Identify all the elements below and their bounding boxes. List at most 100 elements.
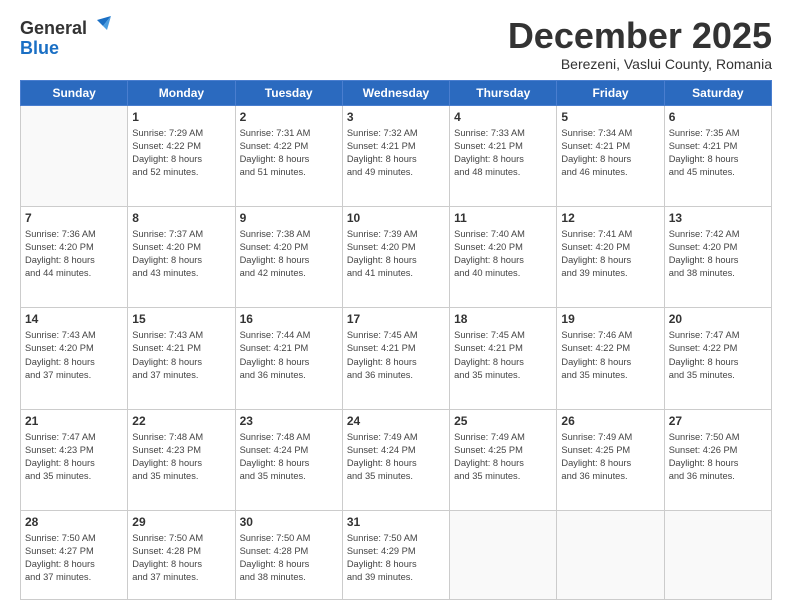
day-info: Sunrise: 7:45 AMSunset: 4:21 PMDaylight:… (347, 329, 445, 381)
day-number: 10 (347, 210, 445, 226)
weekday-header: Friday (557, 80, 664, 105)
day-number: 24 (347, 413, 445, 429)
calendar-cell: 3 Sunrise: 7:32 AMSunset: 4:21 PMDaylight… (342, 105, 449, 206)
day-info: Sunrise: 7:44 AMSunset: 4:21 PMDaylight:… (240, 329, 338, 381)
day-number: 27 (669, 413, 767, 429)
calendar-row: 28 Sunrise: 7:50 AMSunset: 4:27 PMDayligh… (21, 510, 772, 599)
calendar-cell: 14 Sunrise: 7:43 AMSunset: 4:20 PMDayligh… (21, 308, 128, 409)
day-info: Sunrise: 7:50 AMSunset: 4:28 PMDaylight:… (132, 532, 230, 584)
calendar-cell: 22 Sunrise: 7:48 AMSunset: 4:23 PMDayligh… (128, 409, 235, 510)
calendar-table: SundayMondayTuesdayWednesdayThursdayFrid… (20, 80, 772, 600)
calendar-cell: 26Sunrise: 7:49 AMSunset: 4:25 PMDayligh… (557, 409, 664, 510)
day-number: 4 (454, 109, 552, 125)
day-info: Sunrise: 7:39 AMSunset: 4:20 PMDaylight:… (347, 228, 445, 280)
day-number: 23 (240, 413, 338, 429)
day-info: Sunrise: 7:50 AMSunset: 4:26 PMDaylight:… (669, 431, 767, 483)
calendar-cell: 9 Sunrise: 7:38 AMSunset: 4:20 PMDaylight… (235, 206, 342, 307)
calendar-cell (557, 510, 664, 599)
day-info: Sunrise: 7:43 AMSunset: 4:20 PMDaylight:… (25, 329, 123, 381)
calendar-cell: 21 Sunrise: 7:47 AMSunset: 4:23 PMDayligh… (21, 409, 128, 510)
day-number: 11 (454, 210, 552, 226)
day-info: Sunrise: 7:34 AMSunset: 4:21 PMDaylight:… (561, 127, 659, 179)
calendar-cell: 2 Sunrise: 7:31 AMSunset: 4:22 PMDaylight… (235, 105, 342, 206)
page: General Blue December 2025 Berezeni, Vas… (0, 0, 792, 612)
weekday-header: Wednesday (342, 80, 449, 105)
calendar-cell: 5 Sunrise: 7:34 AMSunset: 4:21 PMDaylight… (557, 105, 664, 206)
day-info: Sunrise: 7:47 AMSunset: 4:22 PMDaylight:… (669, 329, 767, 381)
day-info: Sunrise: 7:37 AMSunset: 4:20 PMDaylight:… (132, 228, 230, 280)
day-number: 25 (454, 413, 552, 429)
month-title: December 2025 (508, 16, 772, 56)
day-info: Sunrise: 7:46 AMSunset: 4:22 PMDaylight:… (561, 329, 659, 381)
day-info: Sunrise: 7:31 AMSunset: 4:22 PMDaylight:… (240, 127, 338, 179)
calendar-cell: 4 Sunrise: 7:33 AMSunset: 4:21 PMDaylight… (450, 105, 557, 206)
day-info: Sunrise: 7:50 AMSunset: 4:29 PMDaylight:… (347, 532, 445, 584)
day-info: Sunrise: 7:33 AMSunset: 4:21 PMDaylight:… (454, 127, 552, 179)
day-number: 3 (347, 109, 445, 125)
calendar-cell: 28 Sunrise: 7:50 AMSunset: 4:27 PMDayligh… (21, 510, 128, 599)
day-number: 7 (25, 210, 123, 226)
day-info: Sunrise: 7:36 AMSunset: 4:20 PMDaylight:… (25, 228, 123, 280)
calendar-cell: 20Sunrise: 7:47 AMSunset: 4:22 PMDayligh… (664, 308, 771, 409)
calendar-cell: 11Sunrise: 7:40 AMSunset: 4:20 PMDayligh… (450, 206, 557, 307)
day-number: 14 (25, 311, 123, 327)
day-number: 28 (25, 514, 123, 530)
logo-text: General Blue (20, 16, 111, 59)
calendar-cell: 19 Sunrise: 7:46 AMSunset: 4:22 PMDayligh… (557, 308, 664, 409)
calendar-cell: 15Sunrise: 7:43 AMSunset: 4:21 PMDayligh… (128, 308, 235, 409)
calendar-cell: 24 Sunrise: 7:49 AMSunset: 4:24 PMDayligh… (342, 409, 449, 510)
weekday-header: Tuesday (235, 80, 342, 105)
calendar-cell: 23Sunrise: 7:48 AMSunset: 4:24 PMDayligh… (235, 409, 342, 510)
calendar-cell: 13 Sunrise: 7:42 AMSunset: 4:20 PMDayligh… (664, 206, 771, 307)
day-number: 21 (25, 413, 123, 429)
day-info: Sunrise: 7:32 AMSunset: 4:21 PMDaylight:… (347, 127, 445, 179)
calendar-cell: 17Sunrise: 7:45 AMSunset: 4:21 PMDayligh… (342, 308, 449, 409)
calendar-cell (664, 510, 771, 599)
weekday-header: Monday (128, 80, 235, 105)
calendar-cell: 10 Sunrise: 7:39 AMSunset: 4:20 PMDayligh… (342, 206, 449, 307)
day-number: 18 (454, 311, 552, 327)
day-info: Sunrise: 7:48 AMSunset: 4:23 PMDaylight:… (132, 431, 230, 483)
day-number: 6 (669, 109, 767, 125)
day-info: Sunrise: 7:50 AMSunset: 4:27 PMDaylight:… (25, 532, 123, 584)
calendar-row: 14 Sunrise: 7:43 AMSunset: 4:20 PMDayligh… (21, 308, 772, 409)
day-number: 13 (669, 210, 767, 226)
calendar-row: 1 Sunrise: 7:29 AMSunset: 4:22 PMDaylight… (21, 105, 772, 206)
logo: General Blue (20, 16, 111, 59)
day-info: Sunrise: 7:49 AMSunset: 4:24 PMDaylight:… (347, 431, 445, 483)
day-info: Sunrise: 7:49 AMSunset: 4:25 PMDaylight:… (454, 431, 552, 483)
calendar-cell: 29 Sunrise: 7:50 AMSunset: 4:28 PMDayligh… (128, 510, 235, 599)
day-number: 29 (132, 514, 230, 530)
weekday-header: Thursday (450, 80, 557, 105)
day-info: Sunrise: 7:38 AMSunset: 4:20 PMDaylight:… (240, 228, 338, 280)
day-number: 12 (561, 210, 659, 226)
day-number: 9 (240, 210, 338, 226)
day-number: 2 (240, 109, 338, 125)
calendar-cell: 12Sunrise: 7:41 AMSunset: 4:20 PMDayligh… (557, 206, 664, 307)
day-number: 8 (132, 210, 230, 226)
day-info: Sunrise: 7:45 AMSunset: 4:21 PMDaylight:… (454, 329, 552, 381)
calendar-cell: 6Sunrise: 7:35 AMSunset: 4:21 PMDaylight… (664, 105, 771, 206)
day-number: 30 (240, 514, 338, 530)
day-number: 5 (561, 109, 659, 125)
day-info: Sunrise: 7:47 AMSunset: 4:23 PMDaylight:… (25, 431, 123, 483)
calendar-cell: 1 Sunrise: 7:29 AMSunset: 4:22 PMDaylight… (128, 105, 235, 206)
calendar-cell: 7 Sunrise: 7:36 AMSunset: 4:20 PMDaylight… (21, 206, 128, 307)
calendar-cell (21, 105, 128, 206)
day-info: Sunrise: 7:42 AMSunset: 4:20 PMDaylight:… (669, 228, 767, 280)
logo-bird-icon (89, 16, 111, 34)
title-block: December 2025 Berezeni, Vaslui County, R… (508, 16, 772, 72)
day-number: 1 (132, 109, 230, 125)
day-info: Sunrise: 7:29 AMSunset: 4:22 PMDaylight:… (132, 127, 230, 179)
calendar-row: 21 Sunrise: 7:47 AMSunset: 4:23 PMDayligh… (21, 409, 772, 510)
logo-general: General (20, 18, 87, 38)
day-number: 19 (561, 311, 659, 327)
calendar-cell: 25 Sunrise: 7:49 AMSunset: 4:25 PMDayligh… (450, 409, 557, 510)
day-number: 31 (347, 514, 445, 530)
day-number: 15 (132, 311, 230, 327)
weekday-header-row: SundayMondayTuesdayWednesdayThursdayFrid… (21, 80, 772, 105)
subtitle: Berezeni, Vaslui County, Romania (508, 56, 772, 72)
weekday-header: Sunday (21, 80, 128, 105)
day-number: 22 (132, 413, 230, 429)
calendar-cell: 8 Sunrise: 7:37 AMSunset: 4:20 PMDaylight… (128, 206, 235, 307)
